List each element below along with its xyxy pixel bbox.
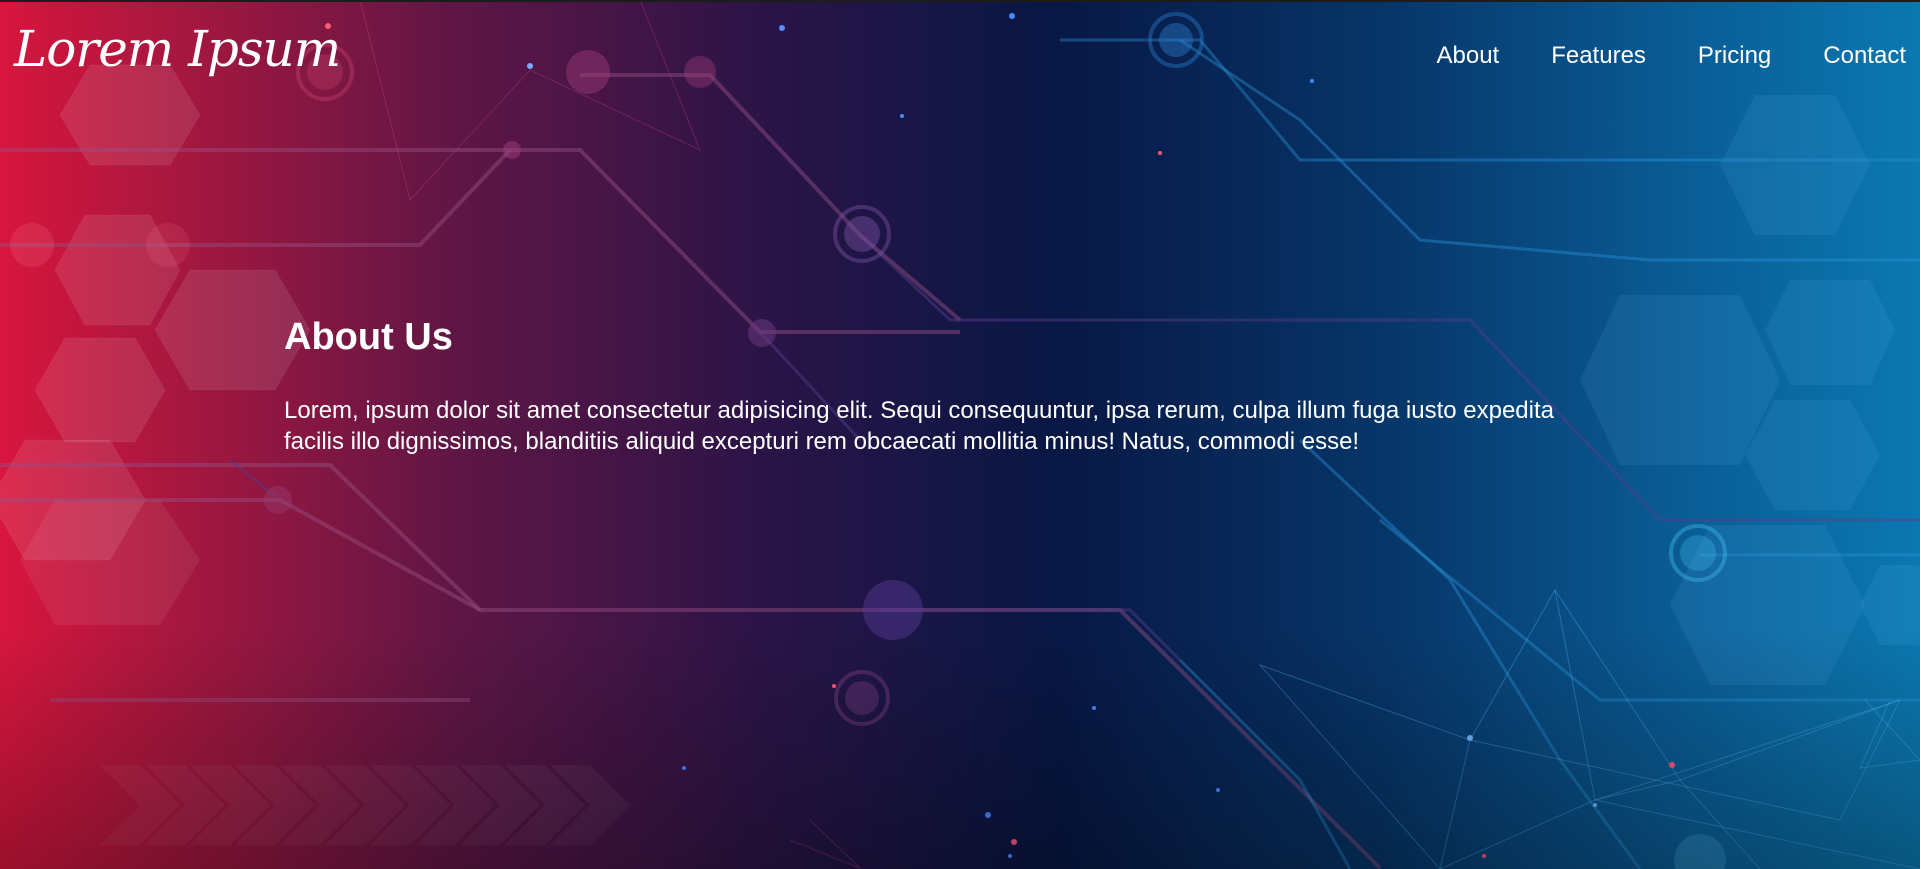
main-nav: About Features Pricing Contact <box>1384 42 1906 70</box>
about-body: Lorem, ipsum dolor sit amet consectetur … <box>284 397 1554 455</box>
about-section: About Us Lorem, ipsum dolor sit amet con… <box>284 316 1584 457</box>
hero-section: Lorem Ipsum About Features Pricing Conta… <box>0 0 1920 869</box>
nav-link-about[interactable]: About <box>1436 42 1499 70</box>
nav-link-features[interactable]: Features <box>1551 42 1646 70</box>
top-border <box>0 0 1920 2</box>
nav-link-pricing[interactable]: Pricing <box>1698 42 1771 70</box>
site-logo[interactable]: Lorem Ipsum <box>14 20 341 78</box>
nav-link-contact[interactable]: Contact <box>1823 42 1906 70</box>
about-heading: About Us <box>284 316 453 358</box>
